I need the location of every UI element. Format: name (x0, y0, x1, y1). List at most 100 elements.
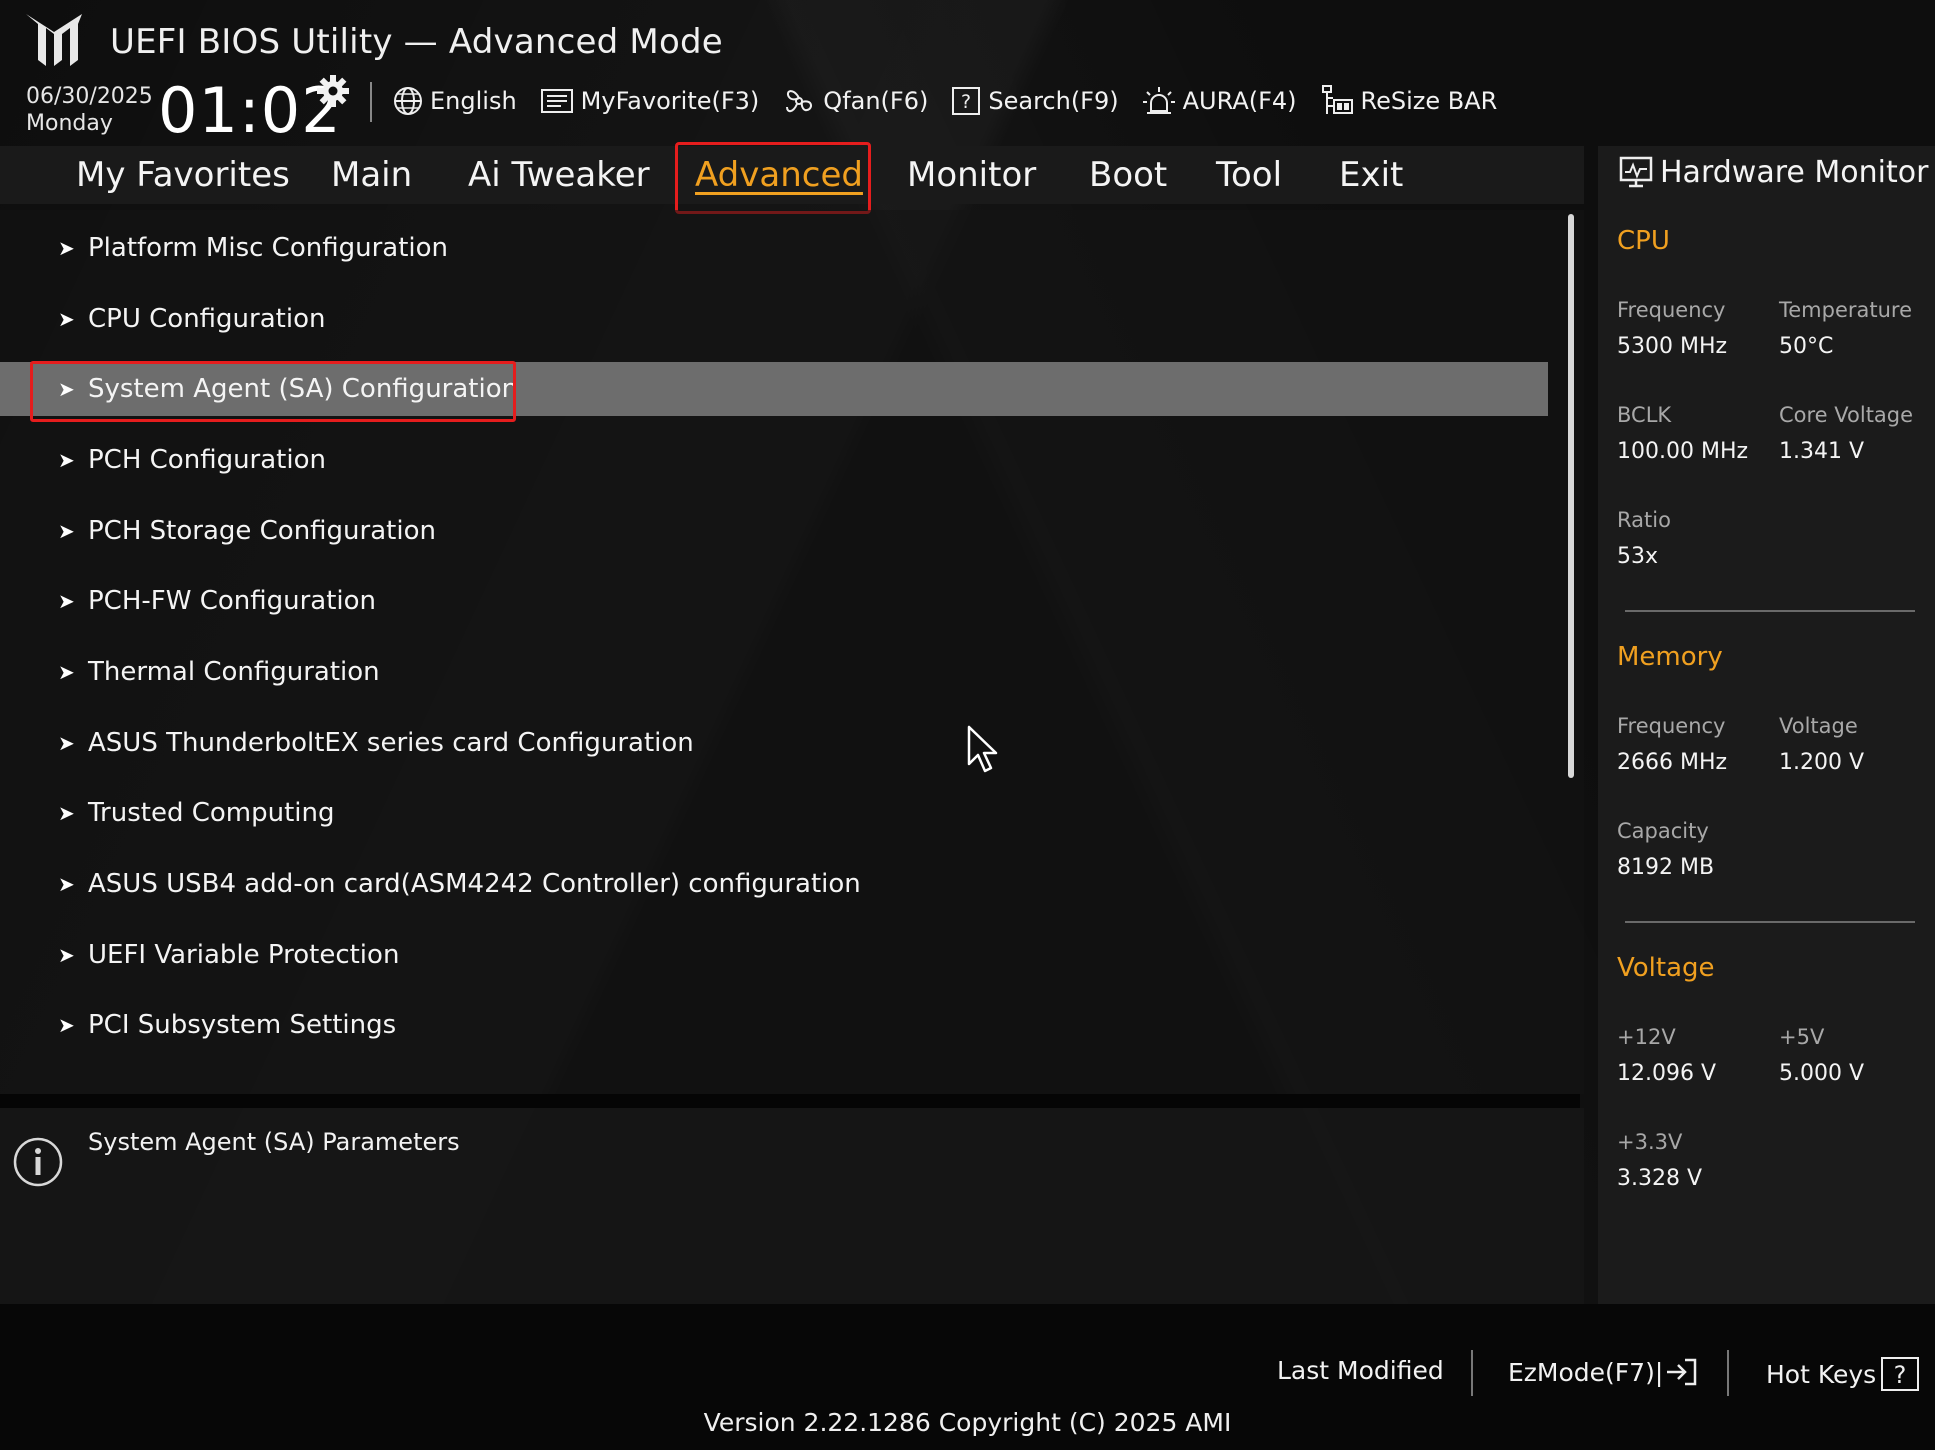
voltage-heading: Voltage (1617, 953, 1715, 983)
ezmode-label: EzMode(F7)| (1508, 1357, 1664, 1387)
tab-bar: My Favorites Main Ai Tweaker Advanced Mo… (0, 146, 1584, 204)
cpu-bclk-value: 100.00 MHz (1617, 439, 1749, 464)
memory-frequency-value: 2666 MHz (1617, 750, 1728, 775)
menu-item-usb4-addon[interactable]: ➤ ASUS USB4 add-on card(ASM4242 Controll… (0, 857, 1548, 911)
search-help-icon: ? (952, 87, 981, 115)
cpu-frequency-value: 5300 MHz (1617, 334, 1728, 359)
voltage-5v-value: 5.000 V (1779, 1061, 1865, 1086)
chevron-right-icon: ➤ (58, 1013, 75, 1037)
menu-item-pch-configuration[interactable]: ➤ PCH Configuration (0, 433, 1548, 487)
cpu-ratio-value: 53x (1617, 544, 1659, 569)
hardware-monitor-label: Hardware Monitor (1660, 154, 1929, 190)
memory-capacity-value: 8192 MB (1617, 855, 1715, 880)
voltage-3v3-value: 3.328 V (1617, 1166, 1703, 1191)
mouse-cursor-icon (967, 725, 998, 773)
hw-divider (1625, 921, 1915, 923)
language-button[interactable]: English (392, 85, 517, 117)
chevron-right-icon: ➤ (58, 801, 75, 825)
tab-advanced[interactable]: Advanced (695, 146, 863, 204)
hw-divider (1625, 610, 1915, 612)
tab-monitor[interactable]: Monitor (907, 146, 1036, 204)
menu-item-uefi-variable[interactable]: ➤ UEFI Variable Protection (0, 928, 1548, 982)
day-display: Monday (26, 111, 113, 136)
menu-item-trusted-computing[interactable]: ➤ Trusted Computing (0, 786, 1548, 840)
app-title: UEFI BIOS Utility — Advanced Mode (110, 22, 723, 62)
footer-divider (1471, 1350, 1473, 1396)
tab-boot[interactable]: Boot (1089, 146, 1167, 204)
info-icon (13, 1137, 63, 1187)
gear-icon[interactable] (316, 74, 350, 108)
hardware-monitor-title: Hardware Monitor (1618, 154, 1928, 190)
voltage-3v3-label: +3.3V (1617, 1130, 1683, 1154)
resize-bar-label: ReSize BAR (1360, 87, 1498, 115)
date-display: 06/30/2025 (26, 84, 153, 109)
memory-voltage-label: Voltage (1779, 714, 1858, 738)
memory-frequency-label: Frequency (1617, 714, 1726, 738)
chevron-right-icon: ➤ (58, 660, 75, 684)
cpu-frequency-label: Frequency (1617, 298, 1726, 322)
menu-item-label: Platform Misc Configuration (88, 233, 449, 263)
resize-bar-button[interactable]: ReSize BAR (1319, 84, 1498, 118)
last-modified-button[interactable]: Last Modified (1277, 1356, 1444, 1385)
chevron-right-icon: ➤ (58, 943, 75, 967)
chevron-right-icon: ➤ (58, 589, 75, 613)
menu-item-label: Thermal Configuration (88, 657, 380, 687)
tab-main[interactable]: Main (331, 146, 412, 204)
tab-tool[interactable]: Tool (1216, 146, 1282, 204)
menu-item-platform-misc[interactable]: ➤ Platform Misc Configuration (0, 221, 1548, 275)
chevron-right-icon: ➤ (58, 731, 75, 755)
menu-item-label: CPU Configuration (88, 304, 326, 334)
qfan-label: Qfan(F6) (823, 87, 929, 115)
hot-keys-label: Hot Keys (1766, 1359, 1877, 1389)
version-text: Version 2.22.1286 Copyright (C) 2025 AMI (703, 1408, 1232, 1437)
exit-arrow-icon (1667, 1358, 1697, 1386)
myfavorite-button[interactable]: MyFavorite(F3) (539, 86, 759, 116)
menu-item-thermal[interactable]: ➤ Thermal Configuration (0, 645, 1548, 699)
cpu-ratio-label: Ratio (1617, 508, 1671, 532)
language-label: English (430, 87, 517, 115)
menu-item-thunderboltex[interactable]: ➤ ASUS ThunderboltEX series card Configu… (0, 716, 1548, 770)
menu-item-system-agent[interactable]: ➤ System Agent (SA) Configuration (0, 362, 1548, 416)
menu-scrollbar[interactable] (1568, 214, 1574, 778)
tab-exit[interactable]: Exit (1339, 146, 1403, 204)
voltage-5v-label: +5V (1779, 1025, 1825, 1049)
menu-item-pch-storage[interactable]: ➤ PCH Storage Configuration (0, 504, 1548, 558)
chevron-right-icon: ➤ (58, 519, 75, 543)
aura-label: AURA(F4) (1182, 87, 1297, 115)
cpu-bclk-label: BCLK (1617, 403, 1672, 427)
search-button[interactable]: ? Search(F9) (950, 85, 1119, 117)
monitor-icon (1619, 156, 1653, 188)
chevron-right-icon: ➤ (58, 377, 75, 401)
memory-voltage-value: 1.200 V (1779, 750, 1865, 775)
memory-capacity-label: Capacity (1617, 819, 1709, 843)
aura-button[interactable]: AURA(F4) (1141, 85, 1297, 117)
menu-item-label: System Agent (SA) Configuration (88, 374, 519, 404)
ezmode-button[interactable]: EzMode(F7)| (1508, 1356, 1699, 1388)
clock-display[interactable]: 01:02 (158, 74, 342, 147)
hot-keys-button[interactable]: Hot Keys ? (1766, 1356, 1920, 1392)
tab-ai-tweaker[interactable]: Ai Tweaker (468, 146, 650, 204)
menu-item-cpu-configuration[interactable]: ➤ CPU Configuration (0, 292, 1548, 346)
chevron-right-icon: ➤ (58, 872, 75, 896)
menu-item-label: PCH Configuration (88, 445, 326, 475)
qfan-button[interactable]: Qfan(F6) (781, 85, 928, 117)
cpu-core-voltage-value: 1.341 V (1779, 439, 1865, 464)
help-description: System Agent (SA) Parameters (88, 1128, 460, 1156)
cpu-temperature-label: Temperature (1779, 298, 1913, 322)
menu-item-pch-fw[interactable]: ➤ PCH-FW Configuration (0, 574, 1548, 628)
footer-divider (1727, 1350, 1729, 1396)
globe-icon (394, 87, 422, 115)
menu-item-label: ASUS ThunderboltEX series card Configura… (88, 728, 694, 758)
menu-item-label: PCI Subsystem Settings (88, 1010, 397, 1040)
voltage-12v-value: 12.096 V (1617, 1061, 1717, 1086)
svg-text:?: ? (1894, 1361, 1907, 1389)
help-question-icon: ? (1881, 1357, 1920, 1391)
cpu-core-voltage-label: Core Voltage (1779, 403, 1914, 427)
menu-item-label: PCH-FW Configuration (88, 586, 377, 616)
menu-item-pci-subsystem[interactable]: ➤ PCI Subsystem Settings (0, 998, 1548, 1052)
resize-bar-icon (1321, 85, 1353, 114)
menu-item-label: UEFI Variable Protection (88, 940, 400, 970)
chevron-right-icon: ➤ (58, 307, 75, 331)
aura-light-icon (1142, 87, 1175, 114)
tab-my-favorites[interactable]: My Favorites (76, 146, 290, 204)
